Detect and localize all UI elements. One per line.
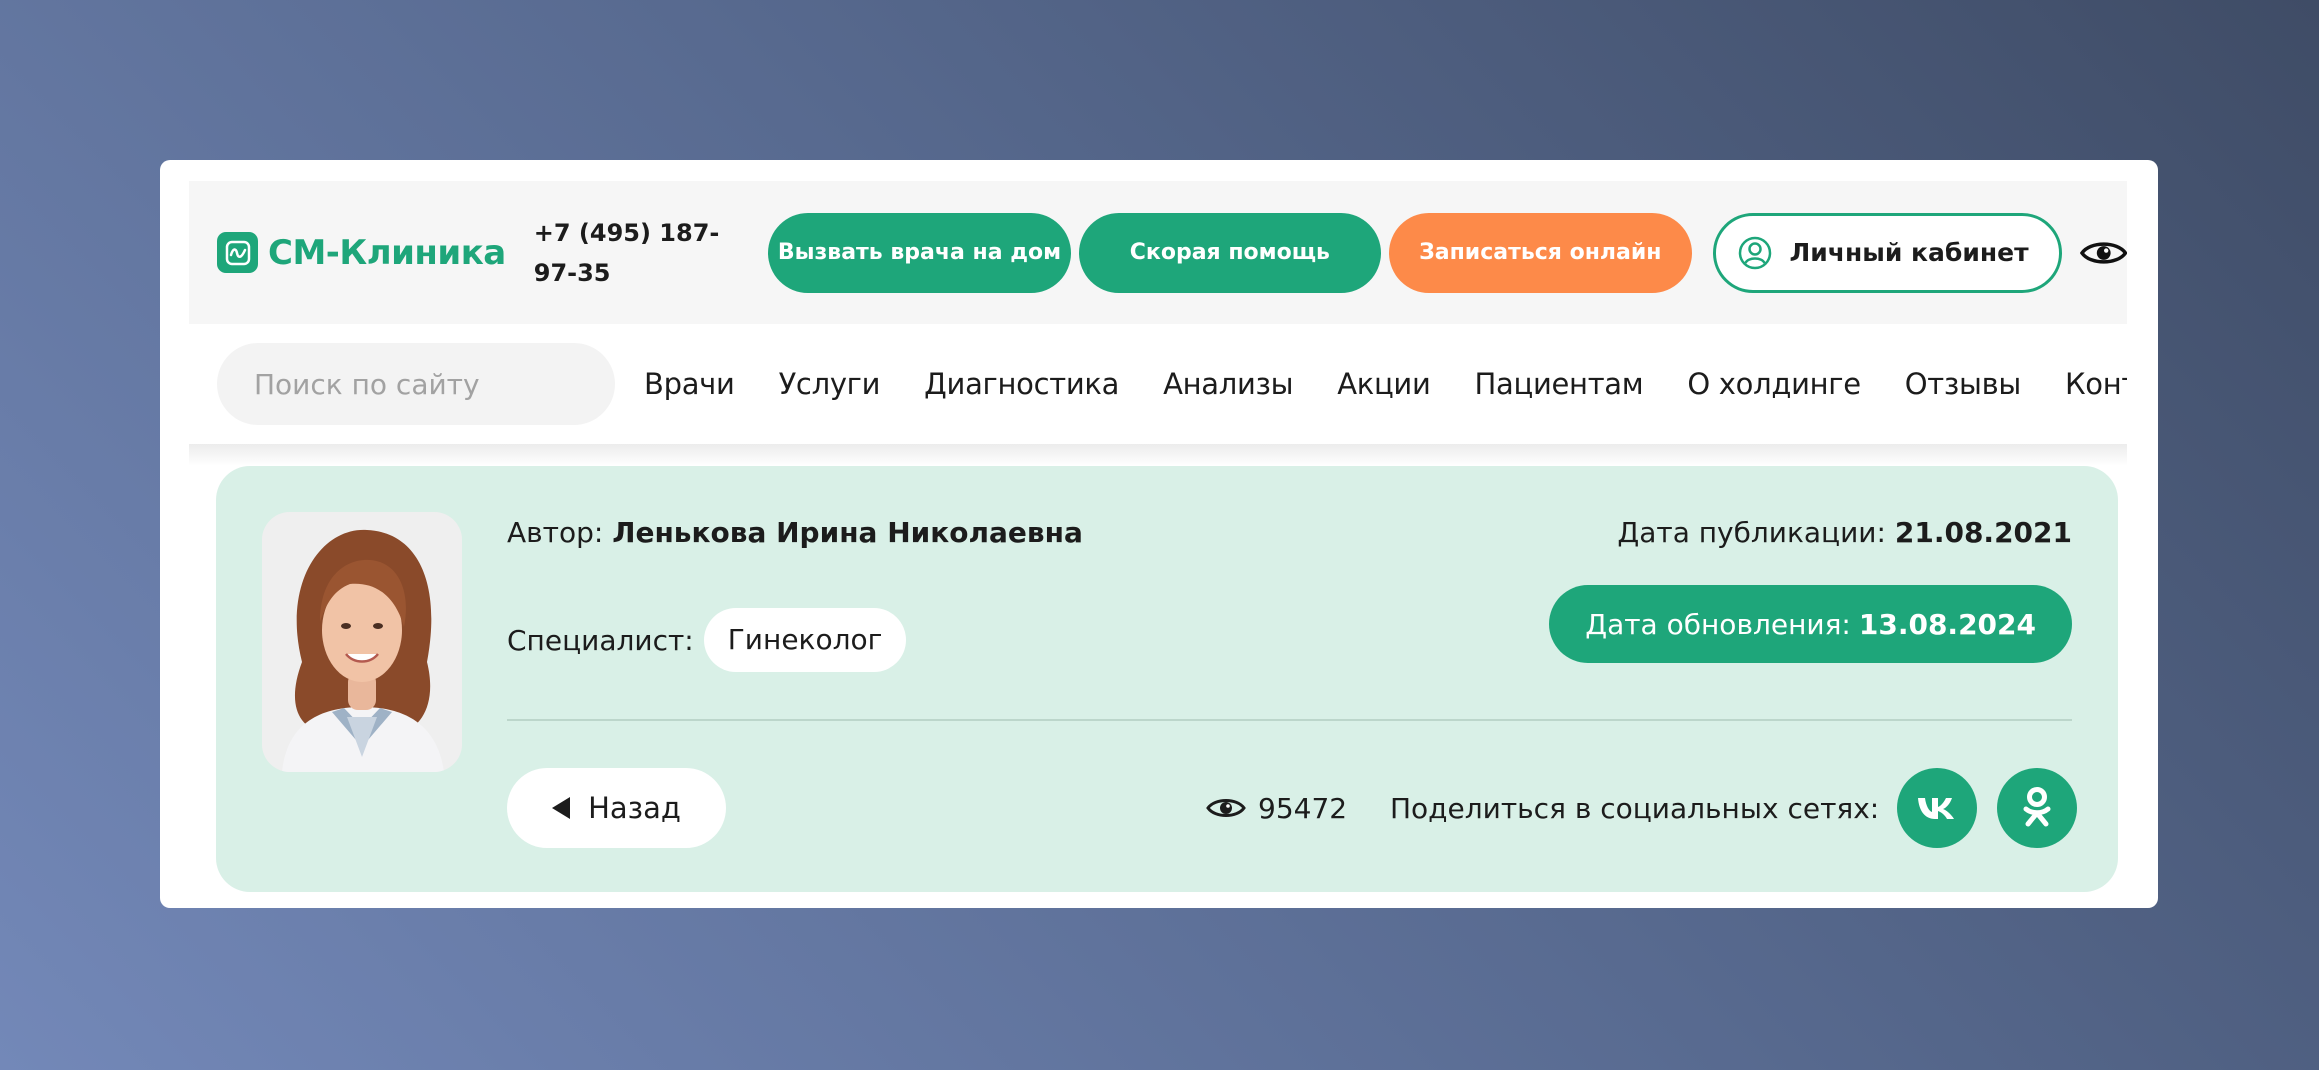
nav-item-doctors[interactable]: Врачи — [644, 367, 735, 401]
article-author-panel: Автор: Ленькова Ирина Николаевна Специал… — [216, 466, 2118, 892]
back-button[interactable]: Назад — [507, 768, 726, 848]
search-input[interactable] — [254, 367, 603, 401]
vk-icon — [1918, 798, 1955, 819]
odnoklassniki-icon — [2023, 787, 2051, 827]
logo-text: СМ-Клиника — [268, 232, 506, 273]
nav-item-patients[interactable]: Пациентам — [1475, 367, 1644, 401]
share-block: Поделиться в социальных сетях: — [1390, 768, 2078, 848]
header-top-bar: СМ-Клиника +7 (495) 187-97-35 Вызвать вр… — [189, 181, 2128, 324]
book-online-button[interactable]: Записаться онлайн — [1389, 212, 1692, 293]
views-count: 95472 — [1258, 791, 1348, 825]
site-search[interactable] — [217, 343, 615, 425]
nav-item-services[interactable]: Услуги — [779, 367, 881, 401]
main-navigation-row: Врачи Услуги Диагностика Анализы Акции П… — [189, 324, 2127, 444]
share-label: Поделиться в социальных сетях: — [1390, 791, 1880, 825]
updated-label: Дата обновления: — [1585, 607, 1851, 641]
site-logo[interactable]: СМ-Клиника — [217, 232, 506, 273]
logo-icon — [217, 232, 258, 273]
specialist-label: Специалист: — [507, 623, 694, 657]
author-name: Ленькова Ирина Николаевна — [612, 516, 1083, 549]
accessibility-eye-icon[interactable] — [2079, 238, 2128, 268]
author-line: Автор: Ленькова Ирина Николаевна — [507, 516, 1083, 549]
phone-number[interactable]: +7 (495) 187-97-35 — [534, 213, 746, 293]
specialist-line: Специалист: Гинеколог — [507, 608, 907, 672]
call-doctor-button[interactable]: Вызвать врача на дом — [768, 212, 1071, 293]
nav-item-promotions[interactable]: Акции — [1337, 367, 1431, 401]
main-menu: Врачи Услуги Диагностика Анализы Акции П… — [644, 367, 2127, 401]
published-date: 21.08.2021 — [1894, 516, 2072, 549]
published-date-line: Дата публикации: 21.08.2021 — [1617, 516, 2072, 549]
views-counter: 95472 — [1206, 768, 1347, 848]
header-shadow — [189, 444, 2127, 466]
nav-item-diagnostics[interactable]: Диагностика — [924, 367, 1119, 401]
eye-icon — [1206, 799, 1246, 817]
updated-date: 13.08.2024 — [1858, 607, 2036, 641]
personal-cabinet-label: Личный кабинет — [1789, 238, 2029, 267]
updated-date-badge: Дата обновления: 13.08.2024 — [1549, 585, 2072, 663]
vk-share-button[interactable] — [1897, 768, 1978, 848]
back-arrow-icon — [552, 797, 571, 819]
panel-divider — [507, 719, 2072, 721]
user-icon — [1738, 236, 1771, 269]
nav-item-about-holding[interactable]: О холдинге — [1687, 367, 1861, 401]
author-label: Автор: — [507, 516, 604, 549]
author-photo — [262, 512, 462, 772]
published-label: Дата публикации: — [1617, 516, 1886, 549]
personal-cabinet-button[interactable]: Личный кабинет — [1712, 212, 2062, 293]
browser-card: СМ-Клиника +7 (495) 187-97-35 Вызвать вр… — [160, 160, 2158, 908]
back-button-label: Назад — [588, 791, 681, 825]
nav-item-reviews[interactable]: Отзывы — [1905, 367, 2022, 401]
ambulance-button[interactable]: Скорая помощь — [1078, 212, 1382, 293]
odnoklassniki-share-button[interactable] — [1997, 768, 2078, 848]
specialty-chip[interactable]: Гинеколог — [703, 608, 907, 672]
nav-item-analyses[interactable]: Анализы — [1163, 367, 1293, 401]
nav-item-contacts[interactable]: Контакты — [2065, 367, 2127, 401]
